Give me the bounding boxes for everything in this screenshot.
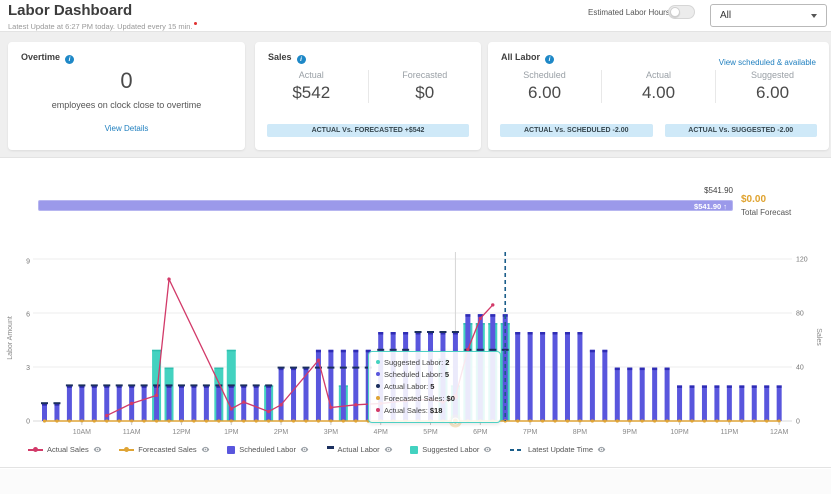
forecast-bar-label: $541.90 (704, 186, 733, 195)
tooltip-row: Actual Labor: 5 (376, 381, 493, 393)
chevron-down-icon (811, 14, 817, 18)
app-root: Labor Dashboard Latest Update at 6:27 PM… (0, 0, 831, 494)
labor-actual-value: 4.00 (641, 83, 676, 102)
labor-scheduled-label: Scheduled (523, 70, 566, 80)
sales-title: Sales i (268, 52, 306, 64)
total-forecast-value: $0.00 (741, 194, 767, 205)
overtime-card: Overtime i 0 employees on clock close to … (8, 42, 245, 150)
sales-forecasted-value: $0 (415, 83, 435, 102)
legend-item-actual-sales[interactable]: Actual Sales (28, 445, 102, 454)
labor-scheduled-value: 6.00 (527, 83, 562, 102)
legend-label: Forecasted Sales (138, 445, 197, 454)
forecasted-sales-marker-icon (119, 447, 135, 452)
actual-sales-marker-icon (28, 447, 43, 452)
visibility-eye-icon[interactable] (300, 445, 309, 454)
tooltip-row: Suggested Labor: 2 (376, 357, 493, 369)
tooltip-row: Scheduled Labor: 5 (376, 369, 493, 381)
labor-actual-label: Actual (645, 70, 671, 80)
info-icon[interactable]: i (296, 55, 306, 64)
labor-suggested-badge: ACTUAL Vs. SUGGESTED -2.00 (664, 124, 817, 137)
legend-item-suggested-labor[interactable]: Suggested Labor (410, 445, 492, 454)
latest-update-time-marker-icon (509, 448, 524, 451)
tooltip-row: Forecasted Sales: $0 (376, 393, 493, 405)
update-indicator-dot (193, 22, 197, 25)
total-forecast-label: Total Forecast (741, 208, 792, 217)
sales-actual-label: Actual (298, 70, 324, 80)
overtime-title: Overtime i (21, 52, 75, 64)
dropdown-value: All (720, 10, 732, 21)
labor-scheduled-column: Scheduled 6.00 (488, 70, 601, 103)
page-footer-space (0, 469, 831, 494)
all-labor-title: All Labor i (501, 52, 555, 64)
sales-forecasted-column: Forecasted $0 (367, 70, 482, 103)
actual-labor-marker-icon (326, 446, 334, 449)
estimated-labor-hours-toggle[interactable] (668, 5, 695, 19)
visibility-eye-icon[interactable] (93, 445, 102, 454)
visibility-eye-icon[interactable] (384, 445, 393, 454)
all-labor-card: All Labor i View scheduled & available Sc… (488, 42, 829, 150)
tooltip-series-bullet (376, 384, 380, 388)
sales-comparison-badge: ACTUAL Vs. FORECASTED +$542 (267, 124, 469, 137)
sales-title-text: Sales (268, 52, 292, 62)
forecast-progress-bar: $541.90 ↑ (38, 200, 733, 211)
tooltip-series-bullet (376, 408, 380, 412)
legend-label: Actual Labor (337, 445, 380, 454)
view-details-link[interactable]: View Details (105, 124, 149, 133)
overtime-value: 0 (120, 68, 133, 93)
legend-label: Actual Sales (47, 445, 89, 454)
legend-item-forecasted-sales[interactable]: Forecasted Sales (119, 445, 209, 454)
legend-label: Latest Update Time (527, 445, 593, 454)
legend-item-actual-labor[interactable]: Actual Labor (326, 445, 393, 454)
sales-actual-value: $542 (292, 83, 331, 102)
sales-forecasted-label: Forecasted (402, 70, 448, 80)
department-filter-dropdown[interactable]: All (710, 4, 827, 27)
tooltip-series-bullet (376, 372, 380, 376)
tooltip-series-bullet (376, 360, 380, 364)
tooltip-row: Actual Sales: $18 (376, 405, 493, 417)
labor-suggested-label: Suggested (750, 70, 795, 80)
suggested-labor-marker-icon (410, 445, 419, 454)
labor-suggested-column: Suggested 6.00 (715, 70, 829, 103)
sales-actual-column: Actual $542 (255, 70, 368, 103)
page-title: Labor Dashboard (8, 2, 133, 19)
legend-item-latest-update-time[interactable]: Latest Update Time (509, 445, 606, 454)
page-subtitle-text: Latest Update at 6:27 PM today. Updated … (8, 22, 193, 31)
tooltip-series-bullet (376, 396, 380, 400)
view-scheduled-available-link[interactable]: View scheduled & available (719, 58, 816, 67)
all-labor-title-text: All Labor (501, 52, 541, 62)
page-subtitle: Latest Update at 6:27 PM today. Updated … (8, 22, 197, 31)
chart-legend: Actual Sales Forecasted Sales Scheduled La… (28, 445, 606, 454)
visibility-eye-icon[interactable] (597, 445, 606, 454)
legend-item-scheduled-labor[interactable]: Scheduled Labor (227, 445, 309, 454)
labor-scheduled-badge: ACTUAL Vs. SCHEDULED -2.00 (500, 124, 653, 137)
labor-suggested-value: 6.00 (755, 83, 790, 102)
forecast-bar-inner-label: $541.90 ↑ (694, 202, 727, 211)
visibility-eye-icon[interactable] (201, 445, 210, 454)
sales-card: Sales i Actual $542 Forecasted $0 ACTUAL … (255, 42, 481, 150)
info-icon[interactable]: i (545, 55, 555, 64)
estimated-labor-hours-label: Estimated Labor Hours (588, 8, 670, 17)
scheduled-labor-marker-icon (227, 445, 236, 454)
info-icon[interactable]: i (65, 55, 75, 64)
chart-tooltip: Suggested Labor: 2 Scheduled Labor: 5 Actu… (368, 351, 501, 423)
labor-actual-column: Actual 4.00 (601, 70, 715, 103)
toggle-knob (670, 7, 680, 17)
overtime-description: employees on clock close to overtime (51, 100, 202, 110)
legend-label: Suggested Labor (422, 445, 480, 454)
legend-label: Scheduled Labor (239, 445, 296, 454)
visibility-eye-icon[interactable] (483, 445, 492, 454)
overtime-title-text: Overtime (21, 52, 61, 62)
